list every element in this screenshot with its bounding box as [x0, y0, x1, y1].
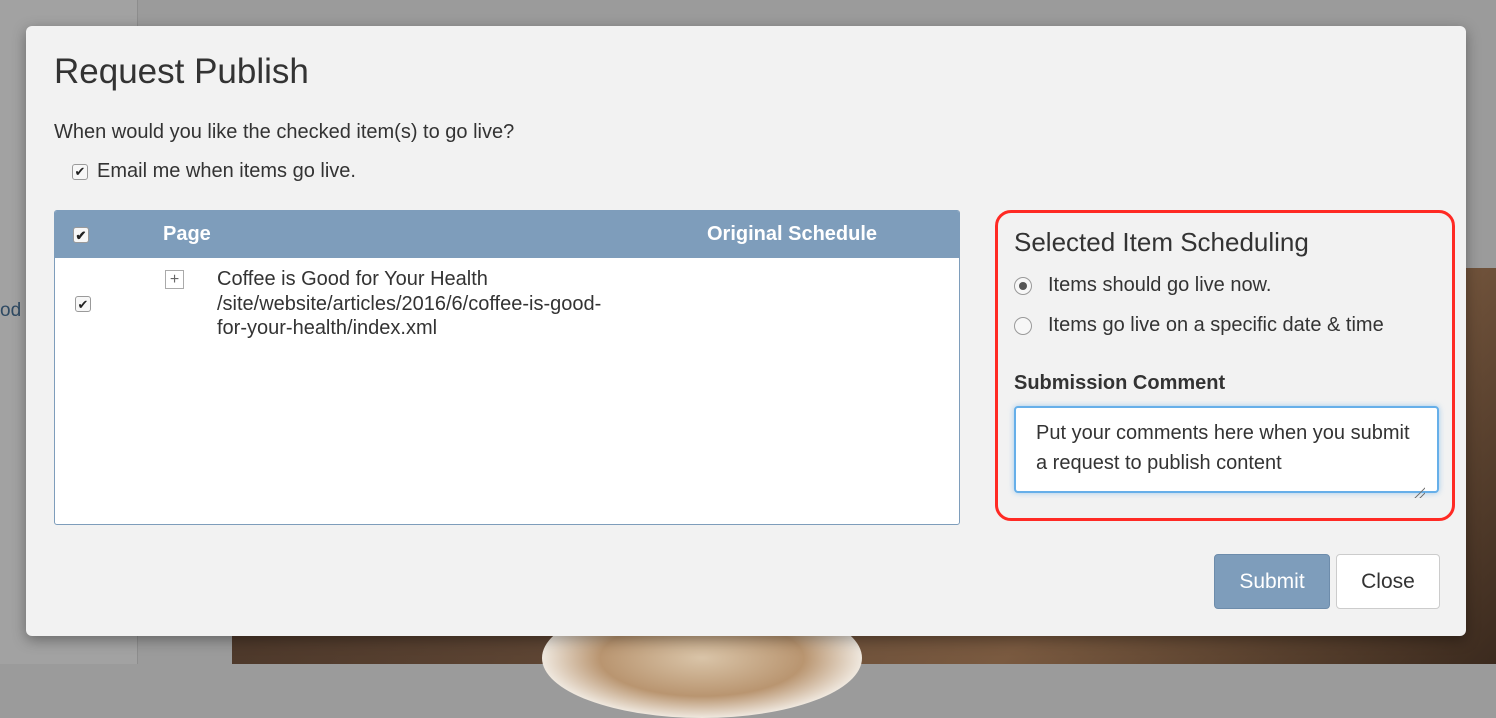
selected-item-scheduling-panel: Selected Item Scheduling Items should go…	[995, 210, 1455, 521]
column-header-original-schedule[interactable]: Original Schedule	[707, 223, 877, 246]
submit-button[interactable]: Submit	[1214, 554, 1330, 609]
resize-handle-icon[interactable]	[1413, 486, 1425, 498]
row-page-title: Coffee is Good for Your Health	[217, 268, 488, 290]
go-live-specific-date-radio[interactable]	[1014, 316, 1032, 335]
request-publish-dialog: Request Publish When would you like the …	[26, 26, 1466, 636]
table-row: ✔ + Coffee is Good for Your Health /site…	[55, 258, 959, 358]
go-live-now-label: Items should go live now.	[1048, 274, 1272, 296]
row-page-path: /site/website/articles/2016/6/coffee-is-…	[217, 292, 602, 315]
select-all-checkbox[interactable]: ✔	[73, 227, 89, 243]
submission-comment-label: Submission Comment	[1014, 372, 1226, 394]
items-table: ✔ Page Original Schedule ✔ + Coffee is G…	[54, 210, 960, 525]
row-checkbox[interactable]: ✔	[75, 296, 91, 312]
go-live-prompt: When would you like the checked item(s) …	[54, 121, 515, 143]
close-button[interactable]: Close	[1336, 554, 1440, 609]
go-live-specific-date-label: Items go live on a specific date & time	[1048, 314, 1384, 336]
row-page-path-continued: for-your-health/index.xml	[217, 317, 438, 339]
dialog-title: Request Publish	[54, 52, 309, 91]
go-live-specific-date-option[interactable]: Items go live on a specific date & time	[1014, 314, 1384, 337]
column-header-page[interactable]: Page	[163, 223, 211, 246]
radio-selected-dot	[1019, 281, 1027, 290]
email-me-label: Email me when items go live.	[97, 160, 356, 182]
submission-comment-textarea[interactable]: Put your comments here when you submit a…	[1014, 406, 1439, 493]
email-me-option[interactable]: ✔ Email me when items go live.	[72, 160, 356, 183]
row-page-info: Coffee is Good for Your Health /site/web…	[217, 267, 677, 341]
email-me-checkbox[interactable]: ✔	[72, 163, 88, 180]
expand-plus-icon[interactable]: +	[165, 270, 184, 289]
go-live-now-option[interactable]: Items should go live now.	[1014, 274, 1271, 297]
go-live-now-radio[interactable]	[1014, 276, 1032, 295]
sidebar-partial-text: od	[0, 300, 22, 321]
table-header: ✔ Page Original Schedule	[55, 211, 959, 258]
scheduling-title: Selected Item Scheduling	[1014, 227, 1309, 257]
